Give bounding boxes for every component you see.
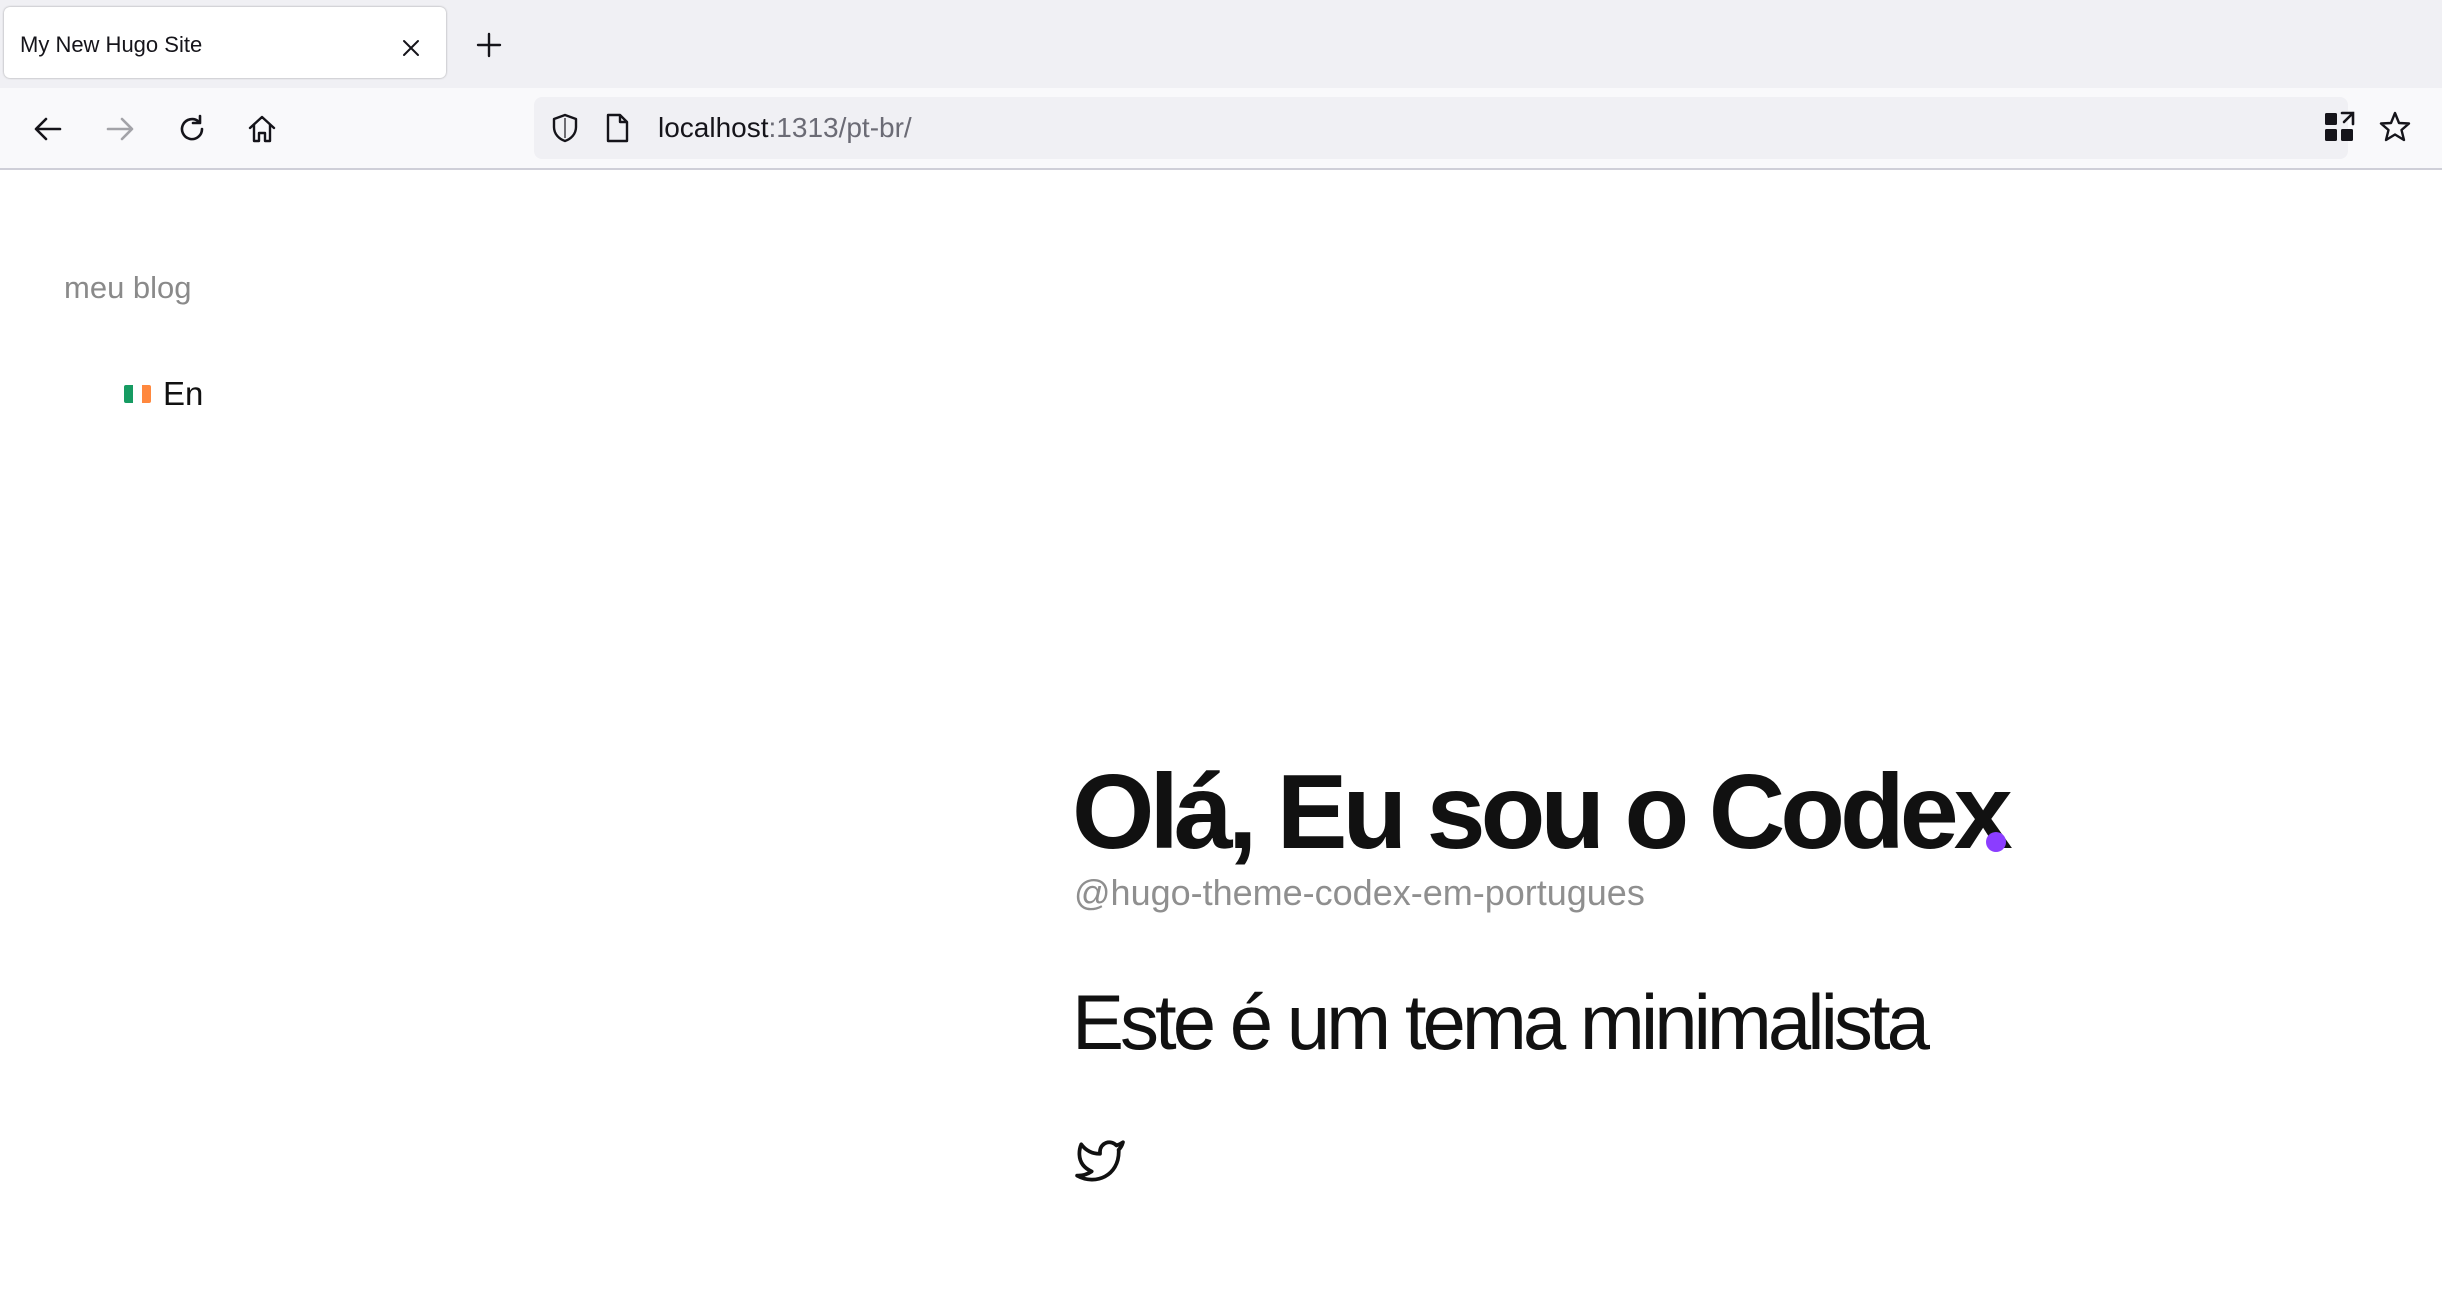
bookmark-star-icon[interactable]: [2378, 110, 2412, 144]
page-info-icon[interactable]: [604, 112, 630, 144]
site-title-link[interactable]: meu blog: [64, 270, 192, 306]
home-icon[interactable]: [246, 113, 278, 145]
back-arrow-icon[interactable]: [32, 113, 64, 145]
shield-icon[interactable]: [550, 112, 580, 144]
navigation-toolbar: localhost:1313/pt-br/: [0, 88, 2442, 170]
language-label: En: [163, 375, 204, 412]
tagline: Este é um tema minimalista: [1072, 978, 1930, 1066]
tab-strip: My New Hugo Site: [0, 0, 2442, 88]
url-path: :1313/pt-br/: [768, 112, 912, 143]
reload-icon[interactable]: [176, 113, 208, 145]
extensions-grid-icon[interactable]: [2322, 110, 2356, 144]
browser-tab-active[interactable]: My New Hugo Site: [4, 7, 446, 78]
address-bar[interactable]: localhost:1313/pt-br/: [534, 97, 2348, 159]
tab-title: My New Hugo Site: [20, 32, 203, 57]
url-host: localhost: [658, 112, 769, 143]
ireland-flag-icon: [124, 385, 151, 403]
language-switch-link[interactable]: En: [124, 374, 203, 414]
new-tab-icon[interactable]: [476, 32, 502, 58]
hero-title: Olá, Eu sou o Codex: [1072, 753, 2013, 871]
accent-dot: [1986, 832, 2006, 852]
close-icon[interactable]: [402, 39, 420, 57]
forward-arrow-icon[interactable]: [104, 113, 136, 145]
handle-text: @hugo-theme-codex-em-portugues: [1074, 872, 1645, 913]
url-text[interactable]: localhost:1313/pt-br/: [658, 112, 912, 144]
twitter-icon[interactable]: [1072, 1136, 1128, 1186]
